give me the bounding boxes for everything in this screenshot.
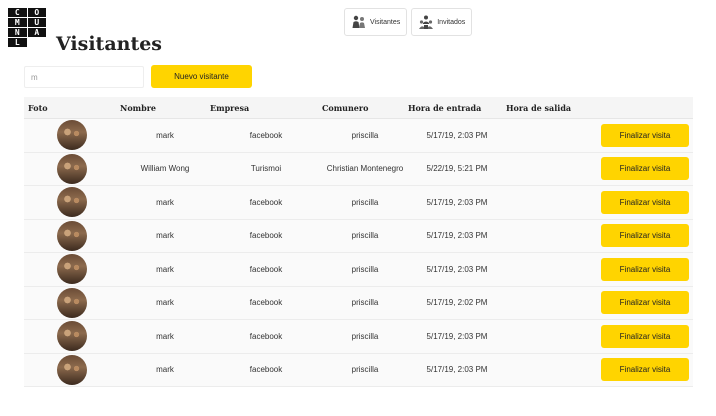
finish-visit-button[interactable]: Finalizar visita [601,257,689,281]
finish-visit-button[interactable]: Finalizar visita [601,157,689,181]
table-header: Foto Nombre Empresa Comunero Hora de ent… [24,97,693,119]
cell-comunero: priscilla [351,197,379,207]
top-nav: Visitantes Invitados [344,8,473,36]
table-row: mark facebook priscilla 5/17/19, 2:03 PM… [24,320,693,354]
cell-hora-entrada: 5/22/19, 5:21 PM [426,164,488,174]
logo-letter-c: C [8,8,27,17]
cell-empresa: facebook [249,231,283,241]
cell-empresa: facebook [249,331,283,341]
logo-letter-m: M [8,18,27,27]
nav-invitados-label: Invitados [437,18,466,26]
search-input[interactable] [24,66,144,88]
cell-hora-entrada: 5/17/19, 2:03 PM [426,197,488,207]
header-nombre: Nombre [120,102,157,113]
cell-comunero: priscilla [351,365,379,375]
cell-hora-entrada: 5/17/19, 2:03 PM [426,264,488,274]
avatar [57,220,87,251]
cell-comunero: priscilla [351,130,379,140]
finish-visit-button[interactable]: Finalizar visita [601,190,689,214]
visitors-icon [351,14,367,30]
cell-empresa: Turismoi [250,164,282,174]
cell-nombre: mark [156,331,174,341]
header-hora-salida: Hora de salida [506,102,572,113]
cell-comunero: Christian Montenegro [326,164,404,174]
new-visitor-button[interactable]: Nuevo visitante [151,65,252,88]
table-row: mark facebook priscilla 5/17/19, 2:02 PM… [24,286,693,320]
nav-invitados-button[interactable]: Invitados [411,8,473,36]
cell-nombre: mark [156,365,174,375]
logo-letter-o: O [27,8,46,17]
avatar [57,321,87,352]
finish-visit-button[interactable]: Finalizar visita [601,123,689,147]
cell-nombre: mark [156,264,174,274]
comunal-logo[interactable]: C O M U N A L [8,8,46,47]
cell-empresa: facebook [249,130,283,140]
finish-visit-button[interactable]: Finalizar visita [601,291,689,315]
nav-visitantes-button[interactable]: Visitantes [344,8,408,36]
cell-empresa: facebook [249,264,283,274]
header-empresa: Empresa [210,102,250,113]
cell-hora-entrada: 5/17/19, 2:03 PM [426,130,488,140]
cell-empresa: facebook [249,298,283,308]
logo-letter-u: U [27,18,46,27]
cell-nombre: mark [156,197,174,207]
avatar [57,254,87,285]
cell-comunero: priscilla [351,231,379,241]
cell-nombre: William Wong [140,164,190,174]
cell-hora-entrada: 5/17/19, 2:03 PM [426,331,488,341]
cell-comunero: priscilla [351,298,379,308]
avatar [57,354,87,385]
logo-letter-n: N [8,28,27,37]
avatar [57,287,87,318]
finish-visit-button[interactable]: Finalizar visita [601,358,689,382]
table-row: William Wong Turismoi Christian Monteneg… [24,152,693,186]
cell-hora-entrada: 5/17/19, 2:03 PM [426,231,488,241]
finish-visit-button[interactable]: Finalizar visita [601,324,689,348]
cell-nombre: mark [156,298,174,308]
guests-icon [418,14,434,30]
avatar [57,120,87,151]
table-row: mark facebook priscilla 5/17/19, 2:03 PM… [24,219,693,253]
logo-letter-l: L [8,38,27,47]
cell-empresa: facebook [249,197,283,207]
cell-comunero: priscilla [351,264,379,274]
cell-comunero: priscilla [351,331,379,341]
page-title: Visitantes [56,33,163,55]
avatar [57,153,87,184]
cell-nombre: mark [156,130,174,140]
nav-visitantes-label: Visitantes [370,18,401,26]
table-row: mark facebook priscilla 5/17/19, 2:03 PM… [24,186,693,220]
cell-empresa: facebook [249,365,283,375]
header-comunero: Comunero [322,102,369,113]
table-row: mark facebook priscilla 5/17/19, 2:03 PM… [24,353,693,387]
finish-visit-button[interactable]: Finalizar visita [601,224,689,248]
logo-letter-a: A [27,28,46,37]
header-hora-entrada: Hora de entrada [408,102,482,113]
visitors-table: Foto Nombre Empresa Comunero Hora de ent… [24,97,693,387]
table-row: mark facebook priscilla 5/17/19, 2:03 PM… [24,253,693,287]
table-row: mark facebook priscilla 5/17/19, 2:03 PM… [24,119,693,153]
avatar [57,187,87,218]
cell-hora-entrada: 5/17/19, 2:03 PM [426,365,488,375]
cell-nombre: mark [156,231,174,241]
cell-hora-entrada: 5/17/19, 2:02 PM [426,298,488,308]
header-foto: Foto [28,102,48,113]
